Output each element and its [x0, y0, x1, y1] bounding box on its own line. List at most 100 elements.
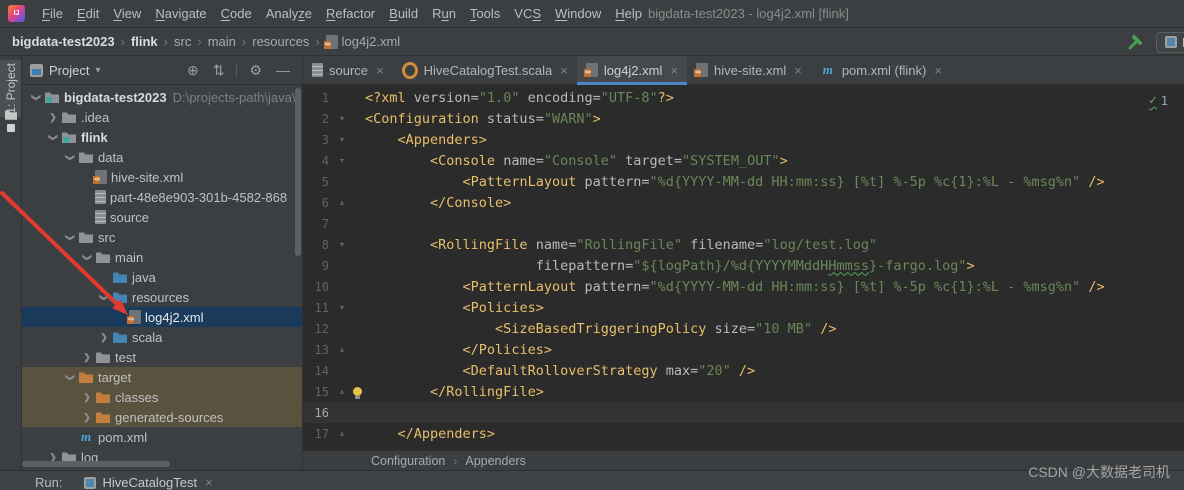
chevron-down-icon[interactable]: ▾	[95, 65, 100, 76]
project-panel-title[interactable]: Project	[49, 63, 89, 78]
menu-code[interactable]: Code	[214, 3, 259, 24]
close-icon[interactable]: ×	[934, 63, 942, 78]
tree-item-src[interactable]: ❯ src	[22, 227, 302, 247]
breadcrumb-item-resources[interactable]: resources	[250, 32, 311, 51]
hide-panel-icon[interactable]: —	[272, 62, 294, 78]
chevron-icon[interactable]: ❯	[48, 129, 59, 145]
tab-source[interactable]: source ×	[303, 56, 393, 84]
tab-pom-xml-flink-[interactable]: m pom.xml (flink) ×	[811, 56, 951, 84]
code-line-8: 8 ▿ <RollingFile name="RollingFile" filen…	[303, 234, 1184, 255]
tree-item-scala[interactable]: ❯ scala	[22, 327, 302, 347]
gear-icon[interactable]: ⚙	[245, 62, 266, 79]
chevron-icon[interactable]: ❯	[82, 249, 93, 265]
chevron-icon[interactable]: ❯	[65, 149, 76, 165]
close-icon[interactable]: ×	[376, 63, 384, 78]
breadcrumb-item-bigdata-test2023[interactable]: bigdata-test2023	[10, 32, 117, 51]
file-maven-icon: m	[80, 429, 92, 444]
tree-item-label: source	[110, 209, 150, 225]
fold-marker-icon[interactable]: ▵	[335, 387, 349, 397]
tree-item-label: .idea	[81, 109, 110, 125]
chevron-icon[interactable]: ❯	[79, 412, 95, 423]
tree-item-pom-xml[interactable]: m pom.xml	[22, 427, 302, 447]
inspections-widget[interactable]: ✓ 1	[1149, 93, 1168, 108]
tab-log4j2-xml[interactable]: <> log4j2.xml ×	[576, 56, 688, 85]
tree-item-target[interactable]: ❯ target	[22, 367, 302, 387]
collapse-all-icon[interactable]: ⇅	[209, 62, 229, 79]
fold-marker-icon[interactable]: ▵	[335, 429, 349, 439]
menu-run[interactable]: Run	[425, 3, 463, 24]
menu-window[interactable]: Window	[548, 3, 608, 24]
fold-marker-icon[interactable]: ▿	[335, 240, 349, 250]
tree-item-source[interactable]: source	[22, 207, 302, 227]
fold-marker-icon[interactable]: ▵	[335, 345, 349, 355]
tree-item-data[interactable]: ❯ data	[22, 147, 302, 167]
menu-refactor[interactable]: Refactor	[319, 3, 382, 24]
tab-hive-site-xml[interactable]: <> hive-site.xml ×	[687, 56, 811, 84]
run-configuration-chip[interactable]: H	[1156, 31, 1184, 53]
tab-hivecatalogtest-scala[interactable]: HiveCatalogTest.scala ×	[393, 56, 577, 84]
menu-build[interactable]: Build	[382, 3, 425, 24]
close-icon[interactable]: ×	[560, 63, 568, 78]
tree-item-test[interactable]: ❯ test	[22, 347, 302, 367]
tree-vertical-scrollbar[interactable]	[295, 88, 301, 256]
menu-tools[interactable]: Tools	[463, 3, 507, 24]
menu-file[interactable]: File	[35, 3, 70, 24]
tree-item-bigdata-test2023[interactable]: ❯ bigdata-test2023 D:\projects-path\java\	[22, 87, 302, 107]
breadcrumb-item-log4j2.xml[interactable]: <> log4j2.xml	[323, 32, 403, 51]
breadcrumb: bigdata-test2023 › flink › src › main › resource…	[10, 32, 402, 51]
run-tab[interactable]: HiveCatalogTest ×	[84, 471, 213, 490]
tree-item-classes[interactable]: ❯ classes	[22, 387, 302, 407]
tree-item-java[interactable]: java	[22, 267, 302, 287]
tree-horizontal-scrollbar[interactable]	[22, 461, 170, 467]
lightbulb-icon[interactable]	[352, 387, 362, 399]
fold-marker-icon[interactable]: ▿	[335, 135, 349, 145]
breadcrumb-item-flink[interactable]: flink	[129, 32, 160, 51]
code-line-1: 1 <?xml version="1.0" encoding="UTF-8"?>	[303, 87, 1184, 108]
tab-label: log4j2.xml	[603, 62, 663, 78]
chevron-icon[interactable]: ❯	[31, 89, 42, 105]
tree-item-main[interactable]: ❯ main	[22, 247, 302, 267]
code-editor[interactable]: 1 <?xml version="1.0" encoding="UTF-8"?> 2…	[303, 85, 1184, 450]
tree-item-log4j2-xml[interactable]: <> log4j2.xml	[22, 307, 302, 327]
tree-item-label: target	[98, 369, 132, 385]
menu-view[interactable]: View	[106, 3, 148, 24]
menu-edit[interactable]: Edit	[70, 3, 106, 24]
chevron-icon[interactable]: ❯	[99, 289, 110, 305]
file-scala-icon	[402, 62, 418, 78]
chevron-icon[interactable]: ❯	[79, 352, 95, 363]
menu-help[interactable]: Help	[608, 3, 649, 24]
tree-item--idea[interactable]: ❯ .idea	[22, 107, 302, 127]
chevron-icon[interactable]: ❯	[79, 392, 95, 403]
code-text: <PatternLayout pattern="%d{YYYY-MM-dd HH…	[462, 278, 1105, 295]
chevron-icon[interactable]: ❯	[45, 112, 61, 123]
code-text: <Console name="Console" target="SYSTEM_O…	[430, 152, 788, 169]
tree-item-part-48e8e903-301b-4582-868[interactable]: part-48e8e903-301b-4582-868	[22, 187, 302, 207]
tree-item-flink[interactable]: ❯ flink	[22, 127, 302, 147]
chevron-icon[interactable]: ❯	[96, 332, 112, 343]
build-hammer-icon[interactable]	[1126, 33, 1144, 51]
tree-item-generated-sources[interactable]: ❯ generated-sources	[22, 407, 302, 427]
close-icon[interactable]: ×	[205, 475, 213, 490]
tree-item-resources[interactable]: ❯ resources	[22, 287, 302, 307]
menu-vcs[interactable]: VCS	[507, 3, 548, 24]
code-text: <SizeBasedTriggeringPolicy size="10 MB" …	[495, 320, 837, 337]
fold-marker-icon[interactable]: ▿	[335, 303, 349, 313]
chevron-icon[interactable]: ❯	[65, 229, 76, 245]
close-icon[interactable]: ×	[794, 63, 802, 78]
editor-breadcrumb-appenders[interactable]: Appenders	[465, 454, 525, 468]
tree-item-hive-site-xml[interactable]: <> hive-site.xml	[22, 167, 302, 187]
folder-mini-icon[interactable]	[5, 108, 17, 123]
fold-marker-icon[interactable]: ▿	[335, 156, 349, 166]
breadcrumb-item-src[interactable]: src	[172, 32, 193, 51]
close-icon[interactable]: ×	[670, 63, 678, 78]
menu-analyze[interactable]: Analyze	[259, 3, 319, 24]
code-line-6: 6 ▵ </Console>	[303, 192, 1184, 213]
breadcrumb-item-main[interactable]: main	[206, 32, 238, 51]
fold-marker-icon[interactable]: ▿	[335, 114, 349, 124]
bookmark-mini-icon[interactable]	[7, 124, 15, 132]
chevron-icon[interactable]: ❯	[65, 369, 76, 385]
fold-marker-icon[interactable]: ▵	[335, 198, 349, 208]
menu-navigate[interactable]: Navigate	[148, 3, 213, 24]
locate-file-icon[interactable]: ⊕	[183, 62, 203, 79]
editor-breadcrumb-configuration[interactable]: Configuration	[371, 454, 445, 468]
